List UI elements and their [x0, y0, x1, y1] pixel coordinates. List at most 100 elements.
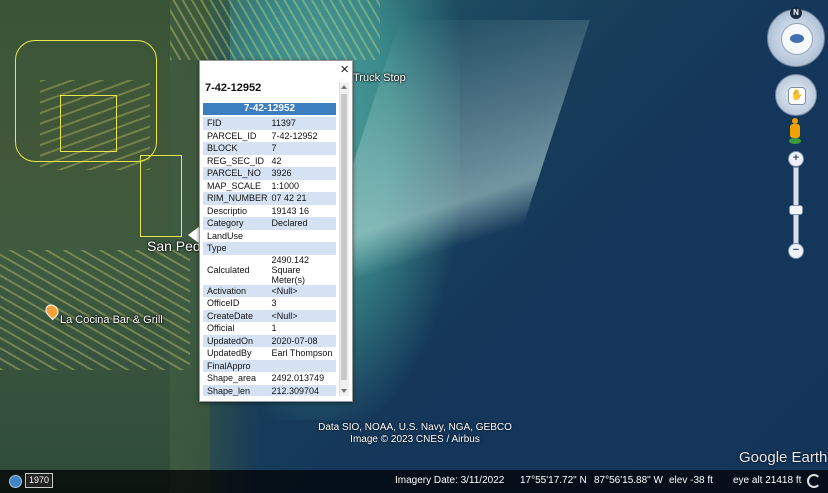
attribute-value	[267, 242, 336, 255]
attribute-row: BLOCK 7	[203, 142, 336, 155]
attribute-value: 11397	[267, 117, 336, 130]
north-indicator[interactable]: N	[790, 7, 802, 19]
popup-content[interactable]: 7-42-12952 FID 11397 PARCEL_ID 7-42-12952 BL…	[203, 103, 336, 396]
attribute-key: UpdatedBy	[203, 347, 268, 360]
zoom-thumb[interactable]	[789, 205, 803, 215]
hand-icon: ✋	[788, 87, 806, 105]
attribute-key: LandUse	[203, 229, 268, 242]
attribute-value	[267, 359, 336, 372]
eye-icon	[790, 34, 804, 43]
attribute-key: Calculated	[203, 254, 268, 285]
attribute-key: Category	[203, 217, 268, 230]
info-popup: × 7-42-12952 7-42-12952 FID 11397 PARCEL_I…	[199, 60, 353, 402]
zoom-slider[interactable]: + −	[787, 151, 804, 259]
attribute-row: UpdatedBy Earl Thompson	[203, 347, 336, 360]
popup-table-header: 7-42-12952	[203, 103, 336, 115]
attribute-row: OfficeID 3	[203, 297, 336, 310]
attribute-key: PARCEL_ID	[203, 129, 268, 142]
attribute-row: Calculated 2490.142 Square Meter(s)	[203, 254, 336, 285]
attribute-row: Type	[203, 242, 336, 255]
attribute-value	[267, 229, 336, 242]
attribution-data: Data SIO, NOAA, U.S. Navy, NGA, GEBCO	[318, 422, 512, 433]
attribute-row: FID 11397	[203, 117, 336, 130]
attribute-key: BLOCK	[203, 142, 268, 155]
attribute-key: Descriptio	[203, 204, 268, 217]
attribute-value: 3	[267, 297, 336, 310]
attribute-value: <Null>	[267, 284, 336, 297]
attribute-key: OfficeID	[203, 297, 268, 310]
attribute-value: 2492.013749	[267, 372, 336, 385]
status-bar: 1970 Imagery Date: 3/11/2022 17°55'17.72…	[0, 470, 828, 493]
elevation: elev -38 ft	[669, 475, 713, 486]
map-viewport[interactable]: Truck Stop San Pedro La Cocina Bar & Gri…	[0, 0, 828, 493]
pegman-base	[789, 138, 801, 144]
attribute-row: Category Declared	[203, 217, 336, 230]
historical-imagery-icon[interactable]	[9, 475, 22, 488]
attribute-value: 1:1000	[267, 179, 336, 192]
attribute-key: MAP_SCALE	[203, 179, 268, 192]
attribute-value: 2490.142 Square Meter(s)	[267, 254, 336, 285]
attribute-key: CreateDate	[203, 309, 268, 322]
look-around-control[interactable]	[781, 23, 813, 55]
attribute-value: 07 42 21	[267, 192, 336, 205]
parcel-overlay-south	[0, 250, 190, 370]
attribute-value: 19143 16	[267, 204, 336, 217]
parcel-boundary	[60, 95, 117, 152]
latitude: 17°55'17.72" N	[520, 475, 587, 486]
attribute-key: UpdatedOn	[203, 334, 268, 347]
attribute-row: MAP_SCALE 1:1000	[203, 179, 336, 192]
attribute-row: UpdatedOn 2020-07-08	[203, 334, 336, 347]
attribute-value: 7-42-12952	[267, 129, 336, 142]
parcel-overlay-top	[170, 0, 380, 60]
attribute-row: Shape_len 212.309704	[203, 384, 336, 396]
attribute-row: REG_SEC_ID 42	[203, 154, 336, 167]
loading-icon	[807, 474, 821, 488]
attribute-row: PARCEL_ID 7-42-12952	[203, 129, 336, 142]
attribute-key: Official	[203, 322, 268, 335]
close-icon[interactable]: ×	[340, 62, 349, 77]
truck-stop-label[interactable]: Truck Stop	[353, 72, 406, 84]
attribute-key: RIM_NUMBER	[203, 192, 268, 205]
longitude: 87°56'15.88" W	[594, 475, 663, 486]
attribute-key: Shape_area	[203, 372, 268, 385]
attribute-row: PARCEL_NO 3926	[203, 167, 336, 180]
historical-year[interactable]: 1970	[25, 473, 53, 488]
attribute-value: 7	[267, 142, 336, 155]
attribute-row: Activation <Null>	[203, 284, 336, 297]
attribute-value: Earl Thompson	[267, 347, 336, 360]
attribute-value: <Null>	[267, 309, 336, 322]
eye-altitude: eye alt 21418 ft	[733, 475, 802, 486]
attribute-row: Official 1	[203, 322, 336, 335]
scroll-up-icon[interactable]	[341, 85, 347, 89]
attribute-value: 1	[267, 322, 336, 335]
attribute-value: 2020-07-08	[267, 334, 336, 347]
attribute-row: Descriptio 19143 16	[203, 204, 336, 217]
attribution-image: Image © 2023 CNES / Airbus	[350, 434, 480, 445]
imagery-date: Imagery Date: 3/11/2022	[395, 475, 505, 486]
zoom-out-button[interactable]: −	[788, 243, 804, 259]
restaurant-label[interactable]: La Cocina Bar & Grill	[60, 314, 163, 326]
scroll-thumb[interactable]	[341, 94, 347, 380]
attribute-key: PARCEL_NO	[203, 167, 268, 180]
pan-control[interactable]: ✋	[775, 74, 817, 116]
zoom-in-button[interactable]: +	[788, 151, 804, 167]
popup-scrollbar[interactable]	[339, 82, 349, 396]
attribute-key: Shape_len	[203, 384, 268, 396]
attribute-value: 42	[267, 154, 336, 167]
attribute-value: 3926	[267, 167, 336, 180]
imagery-attribution: Data SIO, NOAA, U.S. Navy, NGA, GEBCO Im…	[300, 422, 530, 446]
attribute-table: FID 11397 PARCEL_ID 7-42-12952 BLOCK 7 REG_SEC…	[203, 117, 336, 396]
attribute-row: CreateDate <Null>	[203, 309, 336, 322]
attribute-row: RIM_NUMBER 07 42 21	[203, 192, 336, 205]
attribute-key: FID	[203, 117, 268, 130]
attribute-key: Activation	[203, 284, 268, 297]
google-earth-logo: Google Earth	[739, 449, 828, 466]
pegman-body	[790, 124, 800, 138]
attribute-row: FinalAppro	[203, 359, 336, 372]
parcel-boundary	[140, 155, 182, 237]
compass-control[interactable]: N	[767, 7, 825, 67]
scroll-down-icon[interactable]	[341, 389, 347, 393]
street-view-pegman-icon[interactable]	[789, 118, 801, 144]
attribute-value: Declared	[267, 217, 336, 230]
attribute-value: 212.309704	[267, 384, 336, 396]
